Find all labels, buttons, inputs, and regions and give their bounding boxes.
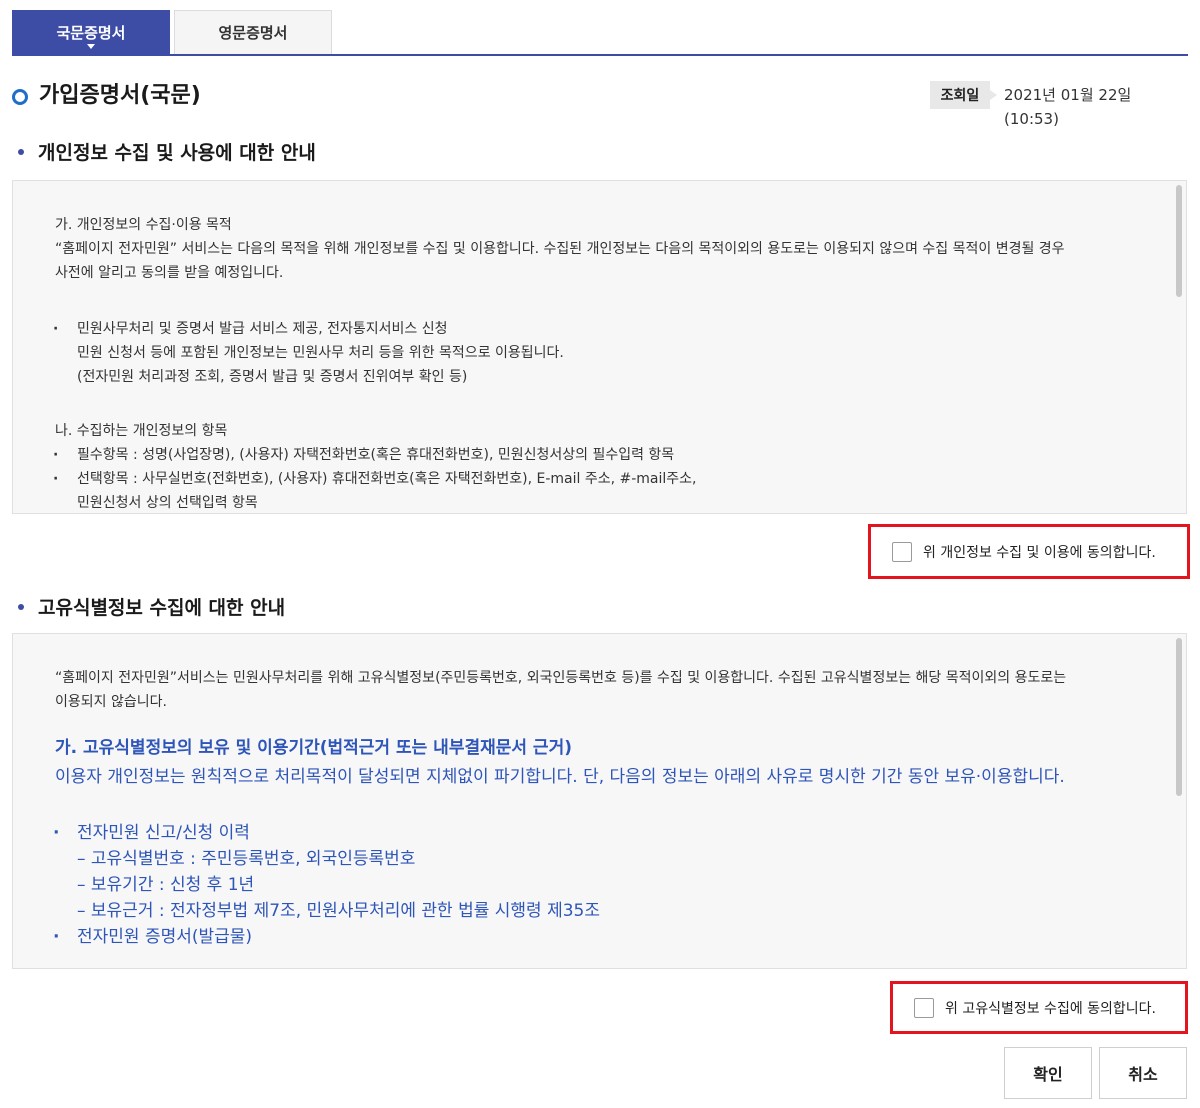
unique-id-sub-2: – 보유기간 : 신청 후 1년 — [77, 875, 255, 895]
unique-id-intro-1: “홈페이지 전자민원”서비스는 민원사무처리를 위해 고유식별정보(주민등록번호… — [55, 670, 1067, 686]
privacy-b-heading: 나. 수집하는 개인정보의 항목 — [55, 423, 228, 439]
tab-english-certificate[interactable]: 영문증명서 — [174, 10, 332, 54]
tab-underline — [12, 54, 1188, 56]
caret-down-icon — [87, 44, 95, 49]
privacy-agree-checkbox[interactable] — [892, 541, 912, 562]
section-privacy-title-text: 개인정보 수집 및 사용에 대한 안내 — [38, 142, 316, 164]
unique-id-a-heading: 가. 고유식별정보의 보유 및 이용기간(법적근거 또는 내부결재문서 근거) — [55, 738, 572, 758]
unique-id-agree-label[interactable]: 위 고유식별정보 수집에 동의합니다. — [945, 998, 1156, 1018]
confirm-button[interactable]: 확인 — [1004, 1047, 1092, 1099]
privacy-a-text-1: “홈페이지 전자민원” 서비스는 다음의 목적을 위해 개인정보를 수집 및 이… — [55, 241, 1065, 257]
privacy-notice-box[interactable]: 가. 개인정보의 수집·이용 목적 “홈페이지 전자민원” 서비스는 다음의 목… — [12, 180, 1187, 514]
bullet-dot-icon — [18, 603, 24, 610]
unique-id-agree-highlight: 위 고유식별정보 수집에 동의합니다. — [890, 981, 1188, 1034]
unique-id-a-text: 이용자 개인정보는 원칙적으로 처리목적이 달성되면 지체없이 파기합니다. 단… — [55, 767, 1065, 787]
section-unique-id-title-text: 고유식별정보 수집에 대한 안내 — [38, 597, 286, 619]
certificate-tabs: 국문증명서 영문증명서 — [12, 10, 1188, 56]
unique-id-sub-1: – 고유식별번호 : 주민등록번호, 외국인등록번호 — [77, 849, 416, 869]
privacy-b-bullet-1: 필수항목 : 성명(사업장명), (사용자) 자택전화번호(혹은 휴대전화번호)… — [53, 443, 1146, 467]
privacy-agree-label[interactable]: 위 개인정보 수집 및 이용에 동의합니다. — [923, 542, 1156, 562]
date-value: 2021년 01월 22일 (10:53) — [1004, 86, 1132, 128]
unique-id-bullet-1: 전자민원 신고/신청 이력 — [53, 820, 1146, 846]
tab-korean-label: 국문증명서 — [56, 23, 126, 42]
privacy-agree-highlight: 위 개인정보 수집 및 이용에 동의합니다. — [868, 524, 1190, 579]
page-title: 가입증명서(국문) — [39, 83, 201, 108]
unique-id-scrollbar[interactable] — [1176, 638, 1182, 796]
unique-id-notice-box[interactable]: “홈페이지 전자민원”서비스는 민원사무처리를 위해 고유식별정보(주민등록번호… — [12, 633, 1187, 969]
date-label-badge: 조회일 — [930, 81, 997, 109]
title-ring-icon — [12, 89, 28, 105]
cancel-button[interactable]: 취소 — [1099, 1047, 1187, 1099]
privacy-b-bullet-2-line2: 민원신청서 상의 선택입력 항목 — [77, 495, 258, 511]
privacy-a-text-2: 사전에 알리고 동의를 받을 예정입니다. — [55, 265, 284, 281]
bullet-dot-icon — [18, 148, 24, 155]
unique-id-bullet-2: 전자민원 증명서(발급물) — [53, 924, 1146, 950]
tab-korean-certificate[interactable]: 국문증명서 — [12, 10, 170, 54]
unique-id-intro-2: 이용되지 않습니다. — [55, 694, 167, 710]
privacy-a-bullet-1-line3: (전자민원 처리과정 조회, 증명서 발급 및 증명서 진위여부 확인 등) — [77, 369, 468, 385]
privacy-a-bullet-1: 민원사무처리 및 증명서 발급 서비스 제공, 전자통지서비스 신청 — [53, 317, 1146, 341]
privacy-b-bullet-2: 선택항목 : 사무실번호(전화번호), (사용자) 휴대전화번호(혹은 자택전화… — [53, 467, 1146, 491]
privacy-a-heading: 가. 개인정보의 수집·이용 목적 — [55, 217, 232, 233]
privacy-a-bullet-1-line2: 민원 신청서 등에 포함된 개인정보는 민원사무 처리 등을 위한 목적으로 이… — [77, 345, 564, 361]
unique-id-agree-checkbox[interactable] — [914, 997, 934, 1018]
tab-english-label: 영문증명서 — [218, 24, 288, 42]
privacy-scrollbar[interactable] — [1176, 185, 1182, 297]
title-row: 가입증명서(국문) 조회일 2021년 01월 22일 (10:53) — [12, 80, 1188, 128]
section-privacy-title: 개인정보 수집 및 사용에 대한 안내 — [18, 140, 316, 166]
section-unique-id-title: 고유식별정보 수집에 대한 안내 — [18, 595, 285, 621]
unique-id-sub-3: – 보유근거 : 전자정부법 제7조, 민원사무처리에 관한 법률 시행령 제3… — [77, 901, 600, 921]
